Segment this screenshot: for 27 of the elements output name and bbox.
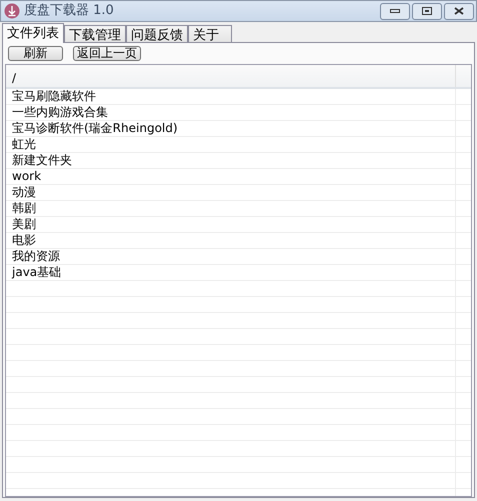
refresh-button[interactable]: 刷新 (8, 46, 63, 61)
file-name-cell[interactable]: 韩剧 (6, 201, 456, 216)
file-name-cell[interactable]: 虹光 (6, 137, 456, 152)
file-name-cell[interactable]: 电影 (6, 233, 456, 248)
window-title: 度盘下载器 1.0 (24, 2, 114, 20)
minimize-button[interactable] (380, 2, 410, 20)
close-icon (454, 7, 464, 15)
file-name-cell[interactable]: 宝马诊断软件(瑞金Rheingold) (6, 121, 456, 136)
app-logo-icon (4, 3, 20, 19)
file-name-cell[interactable]: 新建文件夹 (6, 153, 456, 168)
path-header: / (6, 65, 456, 87)
file-name-cell[interactable]: java基础 (6, 265, 456, 280)
minimize-icon (390, 9, 400, 13)
file-name-cell[interactable]: 一些内购游戏合集 (6, 105, 456, 120)
file-name-cell[interactable]: 我的资源 (6, 249, 456, 264)
maximize-icon (422, 7, 432, 15)
tab[interactable]: 问题反馈 (126, 25, 188, 42)
back-button[interactable]: 返回上一页 (73, 46, 141, 61)
file-name-cell[interactable]: work (6, 169, 456, 184)
tab[interactable]: 关于 (188, 25, 232, 42)
file-name-cell[interactable]: 动漫 (6, 185, 456, 200)
maximize-button[interactable] (412, 2, 442, 20)
tab[interactable]: 文件列表 (2, 23, 64, 43)
file-name-cell[interactable]: 宝马刷隐藏软件 (6, 89, 456, 104)
close-button[interactable] (444, 2, 474, 20)
tab[interactable]: 下载管理 (64, 25, 126, 42)
file-name-cell[interactable]: 美剧 (6, 217, 456, 232)
